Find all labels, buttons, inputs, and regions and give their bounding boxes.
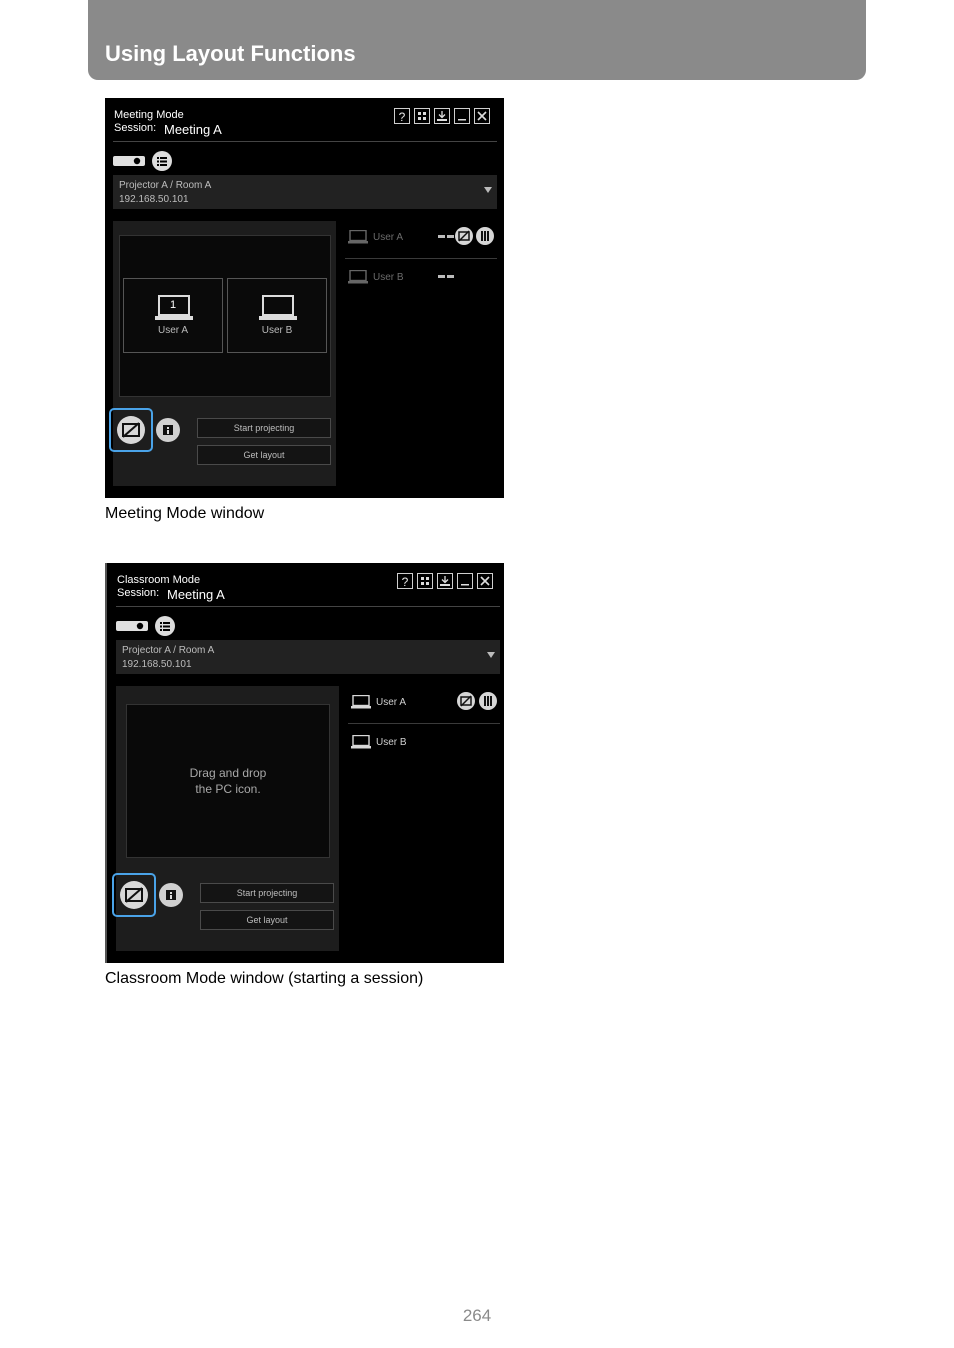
session-label: Session:	[117, 587, 160, 599]
classroom-mode-window: Classroom Mode Session: Meeting A ? Proj…	[105, 563, 504, 963]
window-mode-title: Classroom Mode	[117, 574, 201, 586]
user-list-item[interactable]: User A	[348, 685, 500, 725]
download-tray-icon	[440, 576, 450, 586]
help-button[interactable]: ?	[397, 573, 413, 589]
layout-slot-user-a[interactable]: 1 User A	[123, 278, 223, 353]
projector-icon[interactable]	[116, 620, 148, 632]
blank-screen-icon	[120, 881, 148, 909]
slot-label: User A	[157, 325, 188, 336]
close-button[interactable]	[474, 108, 490, 124]
title-bar-buttons: ?	[397, 573, 493, 589]
user-name: User B	[373, 272, 404, 283]
user-control-icon[interactable]	[479, 692, 497, 710]
signal-indicator-icon	[438, 275, 454, 278]
meeting-mode-window: Meeting Mode Session: Meeting A ? Projec…	[105, 98, 504, 498]
info-icon	[163, 425, 173, 435]
user-control-icon[interactable]	[476, 227, 494, 245]
layout-panel: 1 User A User B Start projecting Get lay…	[109, 221, 336, 486]
close-icon	[480, 576, 490, 586]
minimize-to-tray-button[interactable]	[434, 108, 450, 124]
user-list-item[interactable]: User A	[345, 220, 497, 260]
get-layout-button[interactable]: Get layout	[200, 910, 334, 930]
blank-screen-button[interactable]	[109, 408, 153, 452]
user-blank-icon[interactable]	[455, 227, 473, 245]
user-blank-icon[interactable]	[457, 692, 475, 710]
chevron-down-icon	[484, 187, 492, 193]
projector-icon[interactable]	[113, 155, 145, 167]
projector-list-button[interactable]	[152, 151, 172, 171]
user-list-item[interactable]: User B	[348, 727, 500, 767]
blank-screen-icon	[117, 416, 145, 444]
projector-ip: 192.168.50.101	[122, 659, 192, 670]
help-button[interactable]: ?	[394, 108, 410, 124]
slot-number: 1	[170, 299, 177, 311]
grid-icon	[421, 577, 429, 585]
drag-hint-line1: Drag and drop	[189, 766, 267, 780]
start-projecting-button[interactable]: Start projecting	[200, 883, 334, 903]
laptop-icon	[351, 695, 371, 709]
user-divider	[345, 258, 497, 259]
minimize-to-tray-button[interactable]	[437, 573, 453, 589]
projector-list-button[interactable]	[155, 616, 175, 636]
user-divider	[348, 723, 500, 724]
layout-grid-button[interactable]	[417, 573, 433, 589]
window-border	[105, 563, 107, 963]
projector-name: Projector A / Room A	[122, 645, 215, 656]
grid-icon	[418, 112, 426, 120]
title-divider	[116, 606, 500, 607]
help-icon: ?	[398, 110, 406, 124]
window-mode-title: Meeting Mode	[114, 109, 184, 121]
projector-select[interactable]: Projector A / Room A 192.168.50.101	[113, 175, 497, 209]
info-button[interactable]	[156, 418, 180, 442]
laptop-icon	[351, 735, 371, 749]
user-name: User A	[376, 697, 407, 708]
laptop-icon	[259, 295, 297, 320]
minimize-icon	[461, 584, 469, 586]
layout-frame: Drag and drop the PC icon.	[120, 699, 336, 862]
title-bar-buttons: ?	[394, 108, 490, 124]
get-layout-button[interactable]: Get layout	[197, 445, 331, 465]
list-icon	[157, 157, 167, 166]
info-icon	[166, 890, 176, 900]
blank-screen-button[interactable]	[112, 873, 156, 917]
page-number: 264	[462, 1306, 492, 1325]
info-button[interactable]	[159, 883, 183, 907]
layout-area[interactable]: 1 User A User B	[119, 235, 331, 397]
signal-indicator-icon	[438, 235, 454, 238]
projector-ip: 192.168.50.101	[119, 194, 189, 205]
projector-select[interactable]: Projector A / Room A 192.168.50.101	[116, 640, 500, 674]
laptop-icon	[348, 230, 368, 244]
section-header: Using Layout Functions	[88, 0, 866, 80]
minimize-icon	[458, 119, 466, 121]
session-name: Meeting A	[167, 587, 225, 602]
drop-area[interactable]: Drag and drop the PC icon.	[126, 704, 330, 858]
layout-grid-button[interactable]	[414, 108, 430, 124]
chevron-down-icon	[487, 652, 495, 658]
user-name: User A	[373, 232, 404, 243]
layout-slot-user-b[interactable]: User B	[227, 278, 327, 353]
session-name: Meeting A	[164, 122, 222, 137]
drag-hint-line2: the PC icon.	[195, 782, 261, 796]
user-list-item[interactable]: User B	[345, 262, 497, 302]
section-title: Using Layout Functions	[105, 41, 356, 66]
list-icon	[160, 622, 170, 631]
close-button[interactable]	[477, 573, 493, 589]
download-tray-icon	[437, 111, 447, 121]
figure-caption: Classroom Mode window (starting a sessio…	[105, 970, 424, 987]
user-name: User B	[376, 737, 407, 748]
layout-panel: Drag and drop the PC icon. Start project…	[112, 686, 339, 951]
session-label: Session:	[114, 122, 157, 134]
projector-name: Projector A / Room A	[119, 180, 212, 191]
minimize-button[interactable]	[457, 573, 473, 589]
title-divider	[113, 141, 497, 142]
slot-label: User B	[261, 325, 293, 336]
minimize-button[interactable]	[454, 108, 470, 124]
close-icon	[477, 111, 487, 121]
figure-caption: Meeting Mode window	[105, 505, 265, 522]
help-icon: ?	[401, 575, 409, 589]
start-projecting-button[interactable]: Start projecting	[197, 418, 331, 438]
laptop-icon	[348, 270, 368, 284]
